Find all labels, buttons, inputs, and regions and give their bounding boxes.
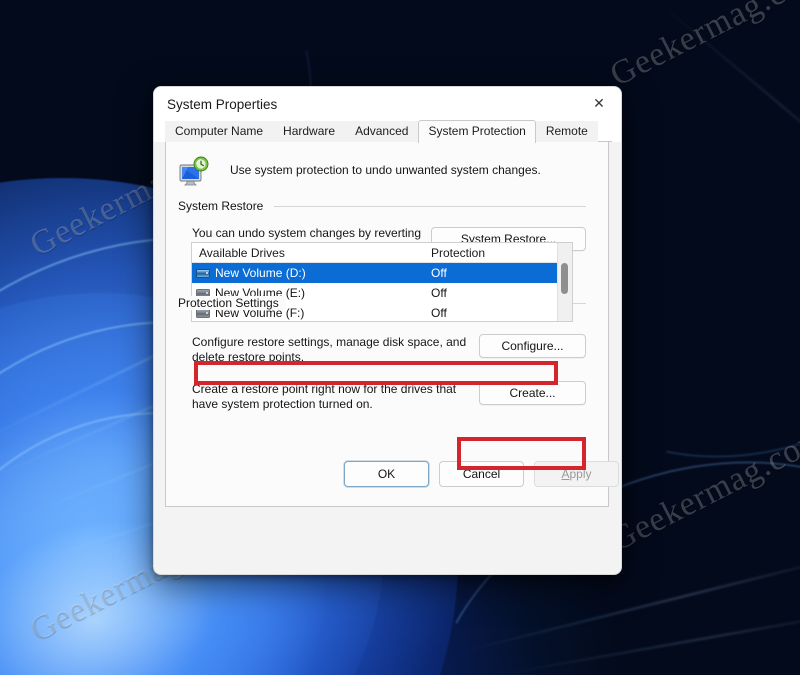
- system-restore-divider: [274, 206, 586, 207]
- configure-button[interactable]: Configure...: [479, 334, 586, 358]
- configure-description-line2: delete restore points.: [192, 349, 305, 364]
- tab-advanced[interactable]: Advanced: [345, 121, 419, 142]
- intro-text: Use system protection to undo unwanted s…: [230, 163, 541, 177]
- protection-settings-group-label: Protection Settings: [178, 296, 286, 310]
- system-protection-panel: Use system protection to undo unwanted s…: [165, 142, 609, 507]
- tab-remote[interactable]: Remote: [535, 121, 598, 142]
- drives-list-scrollbar[interactable]: [557, 243, 572, 321]
- intro-row: Use system protection to undo unwanted s…: [178, 156, 541, 188]
- system-restore-description-line1: You can undo system changes by reverting: [192, 226, 422, 240]
- drives-list-header: Available Drives Protection: [192, 243, 572, 263]
- tab-computer-name[interactable]: Computer Name: [165, 121, 274, 142]
- create-description-line2: have system protection turned on.: [192, 396, 373, 411]
- tab-strip: Computer Name Hardware Advanced System P…: [154, 120, 621, 143]
- drive-protection-status: Off: [431, 306, 447, 320]
- scrollbar-thumb[interactable]: [561, 263, 568, 294]
- column-header-protection: Protection: [431, 245, 486, 260]
- drive-protection-status: Off: [431, 266, 447, 280]
- create-description: Create a restore point right now for the…: [192, 382, 492, 411]
- system-protection-icon: [178, 156, 210, 188]
- configure-description: Configure restore settings, manage disk …: [192, 335, 482, 364]
- drive-row-d[interactable]: New Volume (D:) Off: [192, 263, 572, 283]
- available-drives-list[interactable]: Available Drives Protection New Volume (…: [191, 242, 573, 322]
- dialog-title: System Properties: [167, 96, 278, 112]
- ok-button[interactable]: OK: [344, 461, 429, 487]
- create-description-line1: Create a restore point right now for the…: [192, 382, 457, 396]
- drive-protection-status: Off: [431, 286, 447, 300]
- tab-system-protection[interactable]: System Protection: [418, 120, 536, 143]
- create-button[interactable]: Create...: [479, 381, 586, 405]
- configure-description-line1: Configure restore settings, manage disk …: [192, 335, 467, 349]
- apply-label-rest: pply: [569, 467, 592, 481]
- system-restore-group-label: System Restore: [178, 199, 271, 213]
- tab-hardware[interactable]: Hardware: [273, 121, 346, 142]
- close-icon[interactable]: ✕: [577, 87, 621, 121]
- column-header-available-drives: Available Drives: [199, 245, 285, 260]
- apply-button: Apply: [534, 461, 619, 487]
- hard-drive-icon: [196, 268, 210, 278]
- dialog-titlebar: System Properties ✕: [154, 87, 621, 121]
- drive-name: New Volume (D:): [215, 266, 306, 280]
- cancel-button[interactable]: Cancel: [439, 461, 524, 487]
- apply-accel-letter: A: [561, 467, 570, 481]
- system-properties-dialog: System Properties ✕ Computer Name Hardwa…: [153, 86, 622, 575]
